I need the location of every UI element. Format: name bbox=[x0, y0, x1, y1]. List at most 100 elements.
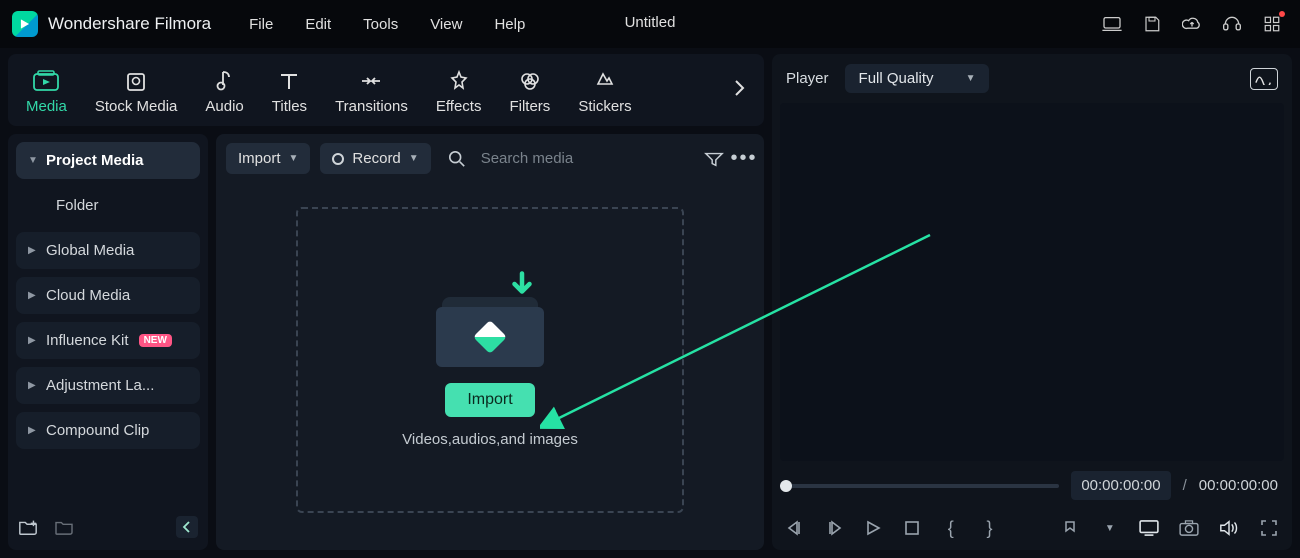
record-dropdown-label: Record bbox=[352, 150, 400, 167]
tabs-scroll-right-icon[interactable] bbox=[732, 78, 746, 104]
player-scrub-row: 00:00:00:00 / 00:00:00:00 bbox=[772, 461, 1292, 510]
titlebar-actions bbox=[1102, 14, 1282, 34]
chevron-down-icon: ▼ bbox=[289, 153, 299, 164]
menubar: File Edit Tools View Help bbox=[249, 16, 525, 33]
player-viewport[interactable] bbox=[780, 103, 1284, 461]
quality-dropdown[interactable]: Full Quality ▼ bbox=[845, 64, 990, 93]
marker-dropdown-icon[interactable] bbox=[1062, 518, 1081, 538]
caret-right-icon: ▶ bbox=[28, 380, 36, 391]
menu-edit[interactable]: Edit bbox=[305, 16, 331, 33]
sidebar-item-label: Project Media bbox=[46, 152, 144, 169]
tab-filters-label: Filters bbox=[509, 98, 550, 115]
chevron-down-icon[interactable]: ▼ bbox=[1100, 518, 1119, 538]
audio-icon bbox=[212, 68, 238, 94]
timecode-current: 00:00:00:00 bbox=[1071, 471, 1170, 500]
stickers-icon bbox=[592, 68, 618, 94]
save-icon[interactable] bbox=[1142, 14, 1162, 34]
import-dropzone[interactable]: Import Videos,audios,and images bbox=[296, 207, 684, 513]
stop-icon[interactable] bbox=[902, 518, 921, 538]
tab-stickers-label: Stickers bbox=[578, 98, 631, 115]
fullscreen-icon[interactable] bbox=[1259, 518, 1278, 538]
dropzone-caption: Videos,audios,and images bbox=[402, 431, 578, 448]
sidebar-item-cloud-media[interactable]: ▶ Cloud Media bbox=[16, 277, 200, 314]
menu-file[interactable]: File bbox=[249, 16, 273, 33]
play-icon[interactable] bbox=[864, 518, 883, 538]
volume-icon[interactable] bbox=[1219, 518, 1239, 538]
tab-transitions-label: Transitions bbox=[335, 98, 408, 115]
collapse-sidebar-icon[interactable] bbox=[176, 516, 198, 538]
cloud-icon[interactable] bbox=[1182, 14, 1202, 34]
quality-label: Full Quality bbox=[859, 70, 934, 87]
snapshot-camera-icon[interactable] bbox=[1179, 518, 1199, 538]
tab-titles[interactable]: Titles bbox=[272, 68, 307, 115]
sidebar-item-label: Cloud Media bbox=[46, 287, 130, 304]
import-dropdown[interactable]: Import ▼ bbox=[226, 143, 310, 174]
record-dropdown[interactable]: Record ▼ bbox=[320, 143, 430, 174]
device-icon[interactable] bbox=[1102, 14, 1122, 34]
tab-audio[interactable]: Audio bbox=[205, 68, 243, 115]
scopes-icon[interactable] bbox=[1250, 68, 1278, 90]
step-back-icon[interactable] bbox=[786, 518, 805, 538]
import-dropdown-label: Import bbox=[238, 150, 281, 167]
new-folder-plus-icon[interactable] bbox=[18, 517, 38, 537]
timecode-total: 00:00:00:00 bbox=[1199, 477, 1278, 494]
tab-media[interactable]: Media bbox=[26, 68, 67, 115]
import-folder-graphic-icon bbox=[434, 273, 546, 369]
scrub-track[interactable] bbox=[786, 484, 1059, 488]
timecode-separator: / bbox=[1183, 477, 1187, 494]
menu-help[interactable]: Help bbox=[494, 16, 525, 33]
tab-transitions[interactable]: Transitions bbox=[335, 68, 408, 115]
search-wrap bbox=[441, 142, 694, 175]
tab-stickers[interactable]: Stickers bbox=[578, 68, 631, 115]
tab-effects-label: Effects bbox=[436, 98, 482, 115]
tab-filters[interactable]: Filters bbox=[509, 68, 550, 115]
chevron-down-icon: ▼ bbox=[966, 73, 976, 84]
caret-right-icon: ▶ bbox=[28, 425, 36, 436]
dropzone-wrap: Import Videos,audios,and images bbox=[226, 175, 754, 542]
filter-sort-icon[interactable] bbox=[704, 149, 724, 169]
display-screen-icon[interactable] bbox=[1139, 518, 1159, 538]
folder-icon[interactable] bbox=[54, 517, 74, 537]
sidebar-item-folder[interactable]: Folder bbox=[16, 187, 200, 224]
media-icon bbox=[33, 68, 59, 94]
tab-stock-media[interactable]: Stock Media bbox=[95, 68, 178, 115]
search-icon[interactable] bbox=[447, 149, 467, 169]
sidebar-item-project-media[interactable]: ▼ Project Media bbox=[16, 142, 200, 179]
caret-right-icon: ▶ bbox=[28, 335, 36, 346]
category-tabs: Media Stock Media Audio Titles Transitio… bbox=[8, 54, 764, 126]
sidebar-item-label: Global Media bbox=[46, 242, 134, 259]
sidebar-footer bbox=[16, 512, 200, 542]
sidebar-item-compound-clip[interactable]: ▶ Compound Clip bbox=[16, 412, 200, 449]
import-button[interactable]: Import bbox=[445, 383, 534, 417]
mark-out-icon[interactable]: } bbox=[980, 518, 999, 538]
media-content-panel: Import ▼ Record ▼ bbox=[216, 134, 764, 550]
record-dot-icon bbox=[332, 153, 344, 165]
menu-tools[interactable]: Tools bbox=[363, 16, 398, 33]
apps-grid-icon[interactable] bbox=[1262, 14, 1282, 34]
sidebar-item-adjustment-layer[interactable]: ▶ Adjustment La... bbox=[16, 367, 200, 404]
tab-effects[interactable]: Effects bbox=[436, 68, 482, 115]
left-column: Media Stock Media Audio Titles Transitio… bbox=[8, 54, 764, 550]
sidebar-item-global-media[interactable]: ▶ Global Media bbox=[16, 232, 200, 269]
titlebar: Wondershare Filmora File Edit Tools View… bbox=[0, 0, 1300, 48]
step-forward-icon[interactable] bbox=[825, 518, 844, 538]
search-input[interactable] bbox=[477, 142, 688, 175]
scrub-thumb[interactable] bbox=[780, 480, 792, 492]
content-toolbar: Import ▼ Record ▼ bbox=[226, 142, 754, 175]
sidebar-item-label: Folder bbox=[56, 197, 99, 214]
chevron-down-icon: ▼ bbox=[409, 153, 419, 164]
more-options-icon[interactable]: ••• bbox=[734, 149, 754, 169]
support-icon[interactable] bbox=[1222, 14, 1242, 34]
sidebar-item-influence-kit[interactable]: ▶ Influence Kit NEW bbox=[16, 322, 200, 359]
media-sidebar: ▼ Project Media Folder ▶ Global Media ▶ … bbox=[8, 134, 208, 550]
tab-titles-label: Titles bbox=[272, 98, 307, 115]
sidebar-item-label: Adjustment La... bbox=[46, 377, 154, 394]
mark-in-icon[interactable]: { bbox=[941, 518, 960, 538]
effects-icon bbox=[446, 68, 472, 94]
app-logo-icon bbox=[12, 11, 38, 37]
document-title: Untitled bbox=[625, 14, 676, 31]
tab-audio-label: Audio bbox=[205, 98, 243, 115]
menu-view[interactable]: View bbox=[430, 16, 462, 33]
player-controls: { } ▼ bbox=[772, 510, 1292, 550]
app-brand: Wondershare Filmora bbox=[48, 14, 211, 34]
